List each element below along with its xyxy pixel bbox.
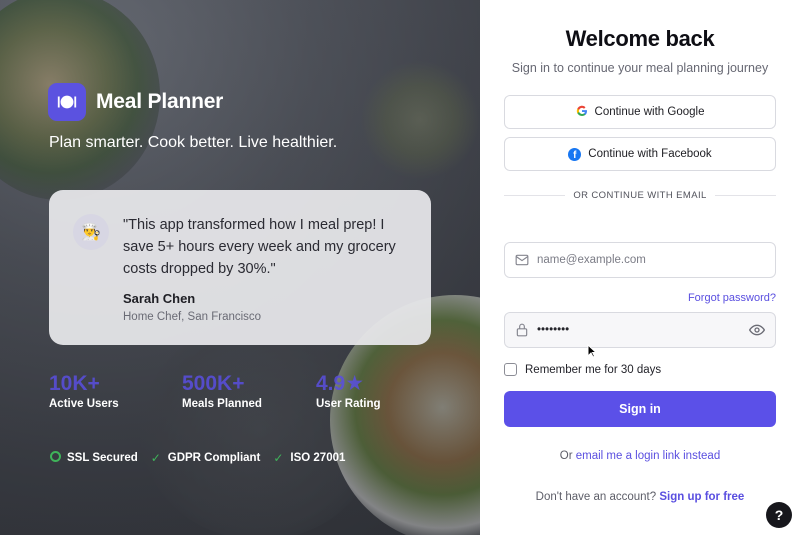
email-input[interactable] [537, 254, 765, 266]
email-field[interactable] [504, 242, 776, 278]
email-divider: OR CONTINUE WITH EMAIL [504, 190, 777, 201]
brand: Meal Planner [48, 83, 223, 121]
signup-row: Don't have an account? Sign up for free [480, 491, 800, 503]
stat-value: 10K+ [49, 372, 100, 395]
google-signin-button[interactable]: Continue with Google [504, 95, 776, 129]
password-field[interactable] [504, 312, 776, 348]
stat-active-users: 10K+ Active Users [49, 372, 182, 410]
hero-panel: Meal Planner Plan smarter. Cook better. … [0, 0, 480, 535]
brand-name: Meal Planner [96, 90, 224, 113]
magic-link[interactable]: email me a login link instead [576, 450, 720, 462]
badge-label: SSL Secured [67, 452, 138, 464]
remember-checkbox[interactable] [504, 363, 517, 376]
eye-icon[interactable] [748, 322, 766, 338]
magic-prefix: Or [559, 450, 573, 462]
check-icon: ✓ [273, 451, 284, 465]
facebook-button-label: Continue with Facebook [588, 148, 712, 160]
testimonial-role: Home Chef, San Francisco [123, 311, 262, 323]
facebook-signin-button[interactable]: f Continue with Facebook [504, 137, 776, 171]
forgot-password-link[interactable]: Forgot password? [688, 292, 776, 304]
badge-label: GDPR Compliant [167, 452, 261, 464]
google-icon [576, 105, 588, 120]
lock-icon [515, 323, 529, 337]
badge-iso: ✓ ISO 27001 [272, 451, 345, 465]
plate-icon [48, 83, 86, 121]
mouse-cursor-icon [587, 344, 597, 358]
tagline: Plan smarter. Cook better. Live healthie… [49, 134, 338, 151]
badge-gdpr: ✓ GDPR Compliant [150, 451, 261, 465]
magic-link-row: Or email me a login link instead [480, 450, 800, 462]
password-input[interactable] [537, 324, 741, 336]
page-title: Welcome back [565, 26, 715, 51]
chef-avatar-icon: 👨‍🍳 [73, 214, 109, 250]
remember-label: Remember me for 30 days [525, 363, 662, 376]
sign-in-button[interactable]: Sign in [504, 391, 776, 427]
divider-text: OR CONTINUE WITH EMAIL [573, 190, 707, 201]
mail-icon [515, 253, 529, 267]
page-subtitle: Sign in to continue your meal planning j… [511, 61, 769, 75]
stat-value: 500K+ [182, 372, 245, 395]
testimonial-author: Sarah Chen [123, 291, 196, 306]
testimonial-quote: "This app transformed how I meal prep! I… [123, 217, 396, 277]
stat-user-rating: 4.9★ User Rating [316, 372, 381, 410]
help-button[interactable]: ? [766, 502, 792, 528]
stat-meals-planned: 500K+ Meals Planned [182, 372, 316, 410]
signup-prefix: Don't have an account? [535, 491, 657, 503]
trust-badges: SSL Secured ✓ GDPR Compliant ✓ ISO 27001 [49, 451, 345, 465]
stats: 10K+ Active Users 500K+ Meals Planned 4.… [49, 372, 381, 410]
badge-label: ISO 27001 [290, 452, 346, 464]
stat-label: Meals Planned [182, 398, 262, 410]
stat-label: Active Users [49, 398, 119, 410]
badge-ssl: SSL Secured [49, 451, 138, 465]
testimonial-card: 👨‍🍳 "This app transformed how I meal pre… [49, 190, 431, 345]
stat-value: 4.9 [316, 372, 346, 395]
check-icon: ✓ [150, 451, 161, 465]
remember-me: Remember me for 30 days [504, 363, 661, 376]
google-button-label: Continue with Google [594, 106, 705, 118]
shield-icon [49, 451, 61, 465]
facebook-icon: f [568, 147, 582, 161]
login-panel: Welcome back Sign in to continue your me… [480, 0, 800, 535]
star-icon: ★ [345, 372, 365, 395]
stat-label: User Rating [316, 398, 381, 410]
signup-link[interactable]: Sign up for free [659, 491, 744, 503]
